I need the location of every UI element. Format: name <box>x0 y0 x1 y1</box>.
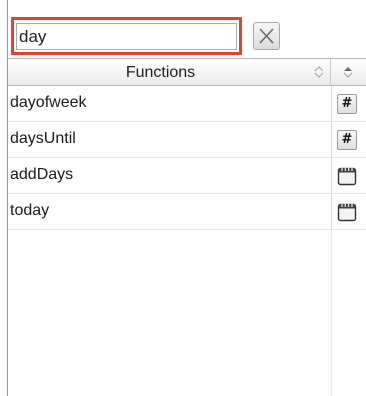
table-header: Functions <box>8 58 366 86</box>
table-row[interactable]: daysUntil # <box>8 122 366 158</box>
column-divider <box>331 122 332 157</box>
function-name: today <box>10 202 50 219</box>
search-input[interactable] <box>16 23 237 50</box>
function-name: daysUntil <box>10 130 76 147</box>
sort-indicator-icon <box>343 67 353 78</box>
function-name: addDays <box>10 166 74 183</box>
search-highlight <box>11 17 242 55</box>
hash-icon: # <box>337 94 357 114</box>
column-divider <box>331 230 332 396</box>
table-row[interactable]: today <box>8 194 366 230</box>
column-divider <box>331 194 332 229</box>
table-row[interactable]: addDays <box>8 158 366 194</box>
table-body: dayofweek # daysUntil # addDays today <box>8 86 366 230</box>
table-empty-area <box>8 230 366 396</box>
column-header-functions[interactable]: Functions <box>8 59 331 85</box>
calendar-icon <box>337 203 357 222</box>
calendar-icon <box>337 167 357 186</box>
sort-indicator-icon <box>314 66 324 78</box>
column-divider <box>331 86 332 121</box>
column-header-label: Functions <box>125 64 196 81</box>
functions-table: Functions dayofweek # daysUntil # addDay… <box>8 58 366 396</box>
hash-icon: # <box>337 130 357 150</box>
search-row <box>8 0 366 58</box>
table-row[interactable]: dayofweek # <box>8 86 366 122</box>
function-picker-panel: Functions dayofweek # daysUntil <box>0 0 366 396</box>
column-divider <box>331 158 332 193</box>
function-name: dayofweek <box>10 94 87 111</box>
column-header-type[interactable] <box>331 59 366 85</box>
close-icon <box>259 28 274 44</box>
clear-search-button[interactable] <box>253 22 280 50</box>
